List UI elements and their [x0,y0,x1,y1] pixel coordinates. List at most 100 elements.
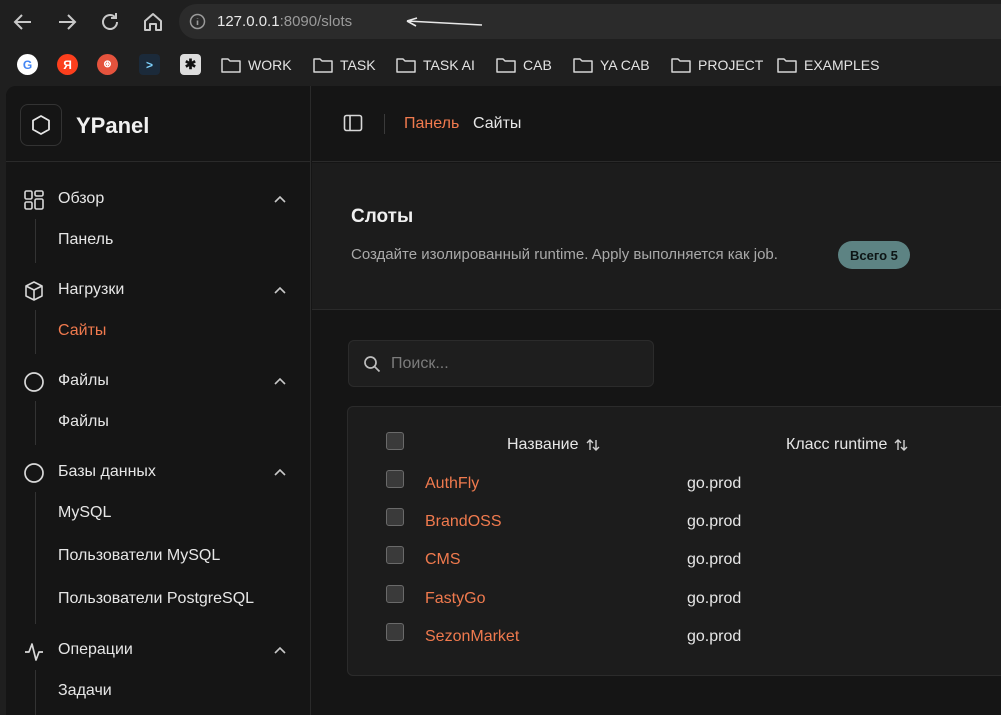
sidebar-toggle-icon[interactable] [343,113,363,133]
bookmark-folder-project[interactable]: PROJECT [671,54,763,76]
breadcrumb-parent[interactable]: Панель [404,115,459,133]
folder-icon [777,58,797,73]
bookmark-folder-work[interactable]: WORK [221,54,292,76]
page-title: Слоты [351,206,414,227]
folder-icon [313,58,333,73]
app-bookmark-icon[interactable]: ⊛ [97,54,118,75]
pattern-bookmark-icon[interactable]: ✱ [180,54,201,75]
sidebar-item-postgresql-users[interactable]: Пользователи PostgreSQL [58,590,254,608]
activity-icon [25,643,43,661]
bookmark-folder-examples[interactable]: EXAMPLES [777,54,879,76]
column-header-name[interactable]: Название [507,436,601,454]
brand-name: YPanel [76,113,150,138]
sidebar-item-mysql-users[interactable]: Пользователи MySQL [58,547,220,565]
sidebar-item-sites[interactable]: Сайты [58,322,106,340]
page-description: Создайте изолированный runtime. Apply вы… [351,246,778,263]
column-header-label: Класс runtime [786,436,888,453]
nav-group-label: Операции [58,641,133,658]
nav-group-header-files[interactable]: Файлы [6,367,311,397]
yandex-icon[interactable]: Я [57,54,78,75]
back-icon[interactable] [10,9,36,35]
folder-icon [671,58,691,73]
nav-group-header-overview[interactable]: Обзор [6,185,311,215]
slot-name-link[interactable]: SezonMarket [425,628,519,646]
slot-name-link[interactable]: AuthFly [425,475,479,493]
sidebar-item-dashboard[interactable]: Панель [58,231,113,249]
slots-table: Название Класс runtime AuthFly go.prod B… [347,406,1001,676]
sidebar-item-tasks[interactable]: Задачи [58,682,112,700]
reload-icon[interactable] [97,9,123,35]
sidebar: YPanel Обзор Панель Нагрузки Сайты Файлы… [6,86,311,715]
url-path: :8090/slots [279,13,353,30]
slot-name-link[interactable]: CMS [425,551,461,569]
sort-icon[interactable] [893,437,909,453]
brand-header: YPanel [6,86,311,162]
chevron-up-icon[interactable] [272,283,288,299]
home-icon[interactable] [140,9,166,35]
bookmark-folder-cab[interactable]: CAB [496,54,552,76]
column-header-label: Название [507,436,579,453]
app-window: YPanel Обзор Панель Нагрузки Сайты Файлы… [6,86,1001,715]
sidebar-item-files[interactable]: Файлы [58,413,109,431]
annotation-arrow-icon [406,17,483,27]
runtime-class-cell: go.prod [687,475,742,492]
url-text[interactable]: 127.0.0.1:8090/slots [217,13,352,30]
slot-name-link[interactable]: FastyGo [425,590,485,608]
sidebar-item-mysql[interactable]: MySQL [58,504,111,522]
nav-group-label: Файлы [58,372,109,389]
nav-group-header-operations[interactable]: Операции [6,636,311,666]
google-icon[interactable]: G [17,54,38,75]
sort-icon[interactable] [585,437,601,453]
nav-group-label: Базы данных [58,463,156,480]
chevron-up-icon[interactable] [272,465,288,481]
nav-rail [35,219,36,263]
runtime-class-cell: go.prod [687,628,742,645]
cube-icon [25,281,43,301]
row-checkbox[interactable] [386,508,404,526]
url-host: 127.0.0.1 [217,13,280,30]
runtime-class-cell: go.prod [687,551,742,568]
row-checkbox[interactable] [386,546,404,564]
address-bar[interactable]: 127.0.0.1:8090/slots [179,4,1001,39]
nav-group-header-databases[interactable]: Базы данных [6,458,311,488]
forward-icon[interactable] [54,9,80,35]
bookmark-folder-task-ai[interactable]: TASK AI [396,54,475,76]
circle-icon [24,372,44,392]
main-content: Панель Сайты Слоты Создайте изолированны… [312,86,1001,715]
row-checkbox[interactable] [386,470,404,488]
folder-icon [221,58,241,73]
folder-icon [573,58,593,73]
browser-toolbar: 127.0.0.1:8090/slots [0,0,1001,43]
chevron-up-icon[interactable] [272,192,288,208]
bookmark-folder-ya-cab[interactable]: YA CAB [573,54,650,76]
info-icon[interactable] [189,13,206,30]
hexagon-logo-icon[interactable] [20,104,62,146]
nav-group-header-workloads[interactable]: Нагрузки [6,276,311,306]
nav-rail [35,310,36,354]
chevron-up-icon[interactable] [272,374,288,390]
terminal-bookmark-icon[interactable]: > [139,54,160,75]
select-all-checkbox[interactable] [386,432,404,450]
row-checkbox[interactable] [386,585,404,603]
breadcrumb-current: Сайты [473,115,522,132]
nav-group-label: Нагрузки [58,281,125,298]
nav-rail [35,401,36,445]
nav-group-label: Обзор [58,190,105,207]
nav-rail [35,492,36,624]
chevron-up-icon[interactable] [272,643,288,659]
folder-icon [396,58,416,73]
search-input[interactable] [391,349,641,379]
search-icon [364,356,381,373]
bookmark-label: YA CAB [600,57,650,73]
slot-name-link[interactable]: BrandOSS [425,513,501,531]
circle-icon [24,463,44,483]
grid-icon [24,190,44,210]
bookmark-label: WORK [248,57,292,73]
bookmark-folder-task[interactable]: TASK [313,54,376,76]
runtime-class-cell: go.prod [687,513,742,530]
search-box [348,340,654,387]
bookmark-label: TASK [340,57,376,73]
column-header-runtime-class[interactable]: Класс runtime [786,436,909,454]
row-checkbox[interactable] [386,623,404,641]
bookmark-label: CAB [523,57,552,73]
